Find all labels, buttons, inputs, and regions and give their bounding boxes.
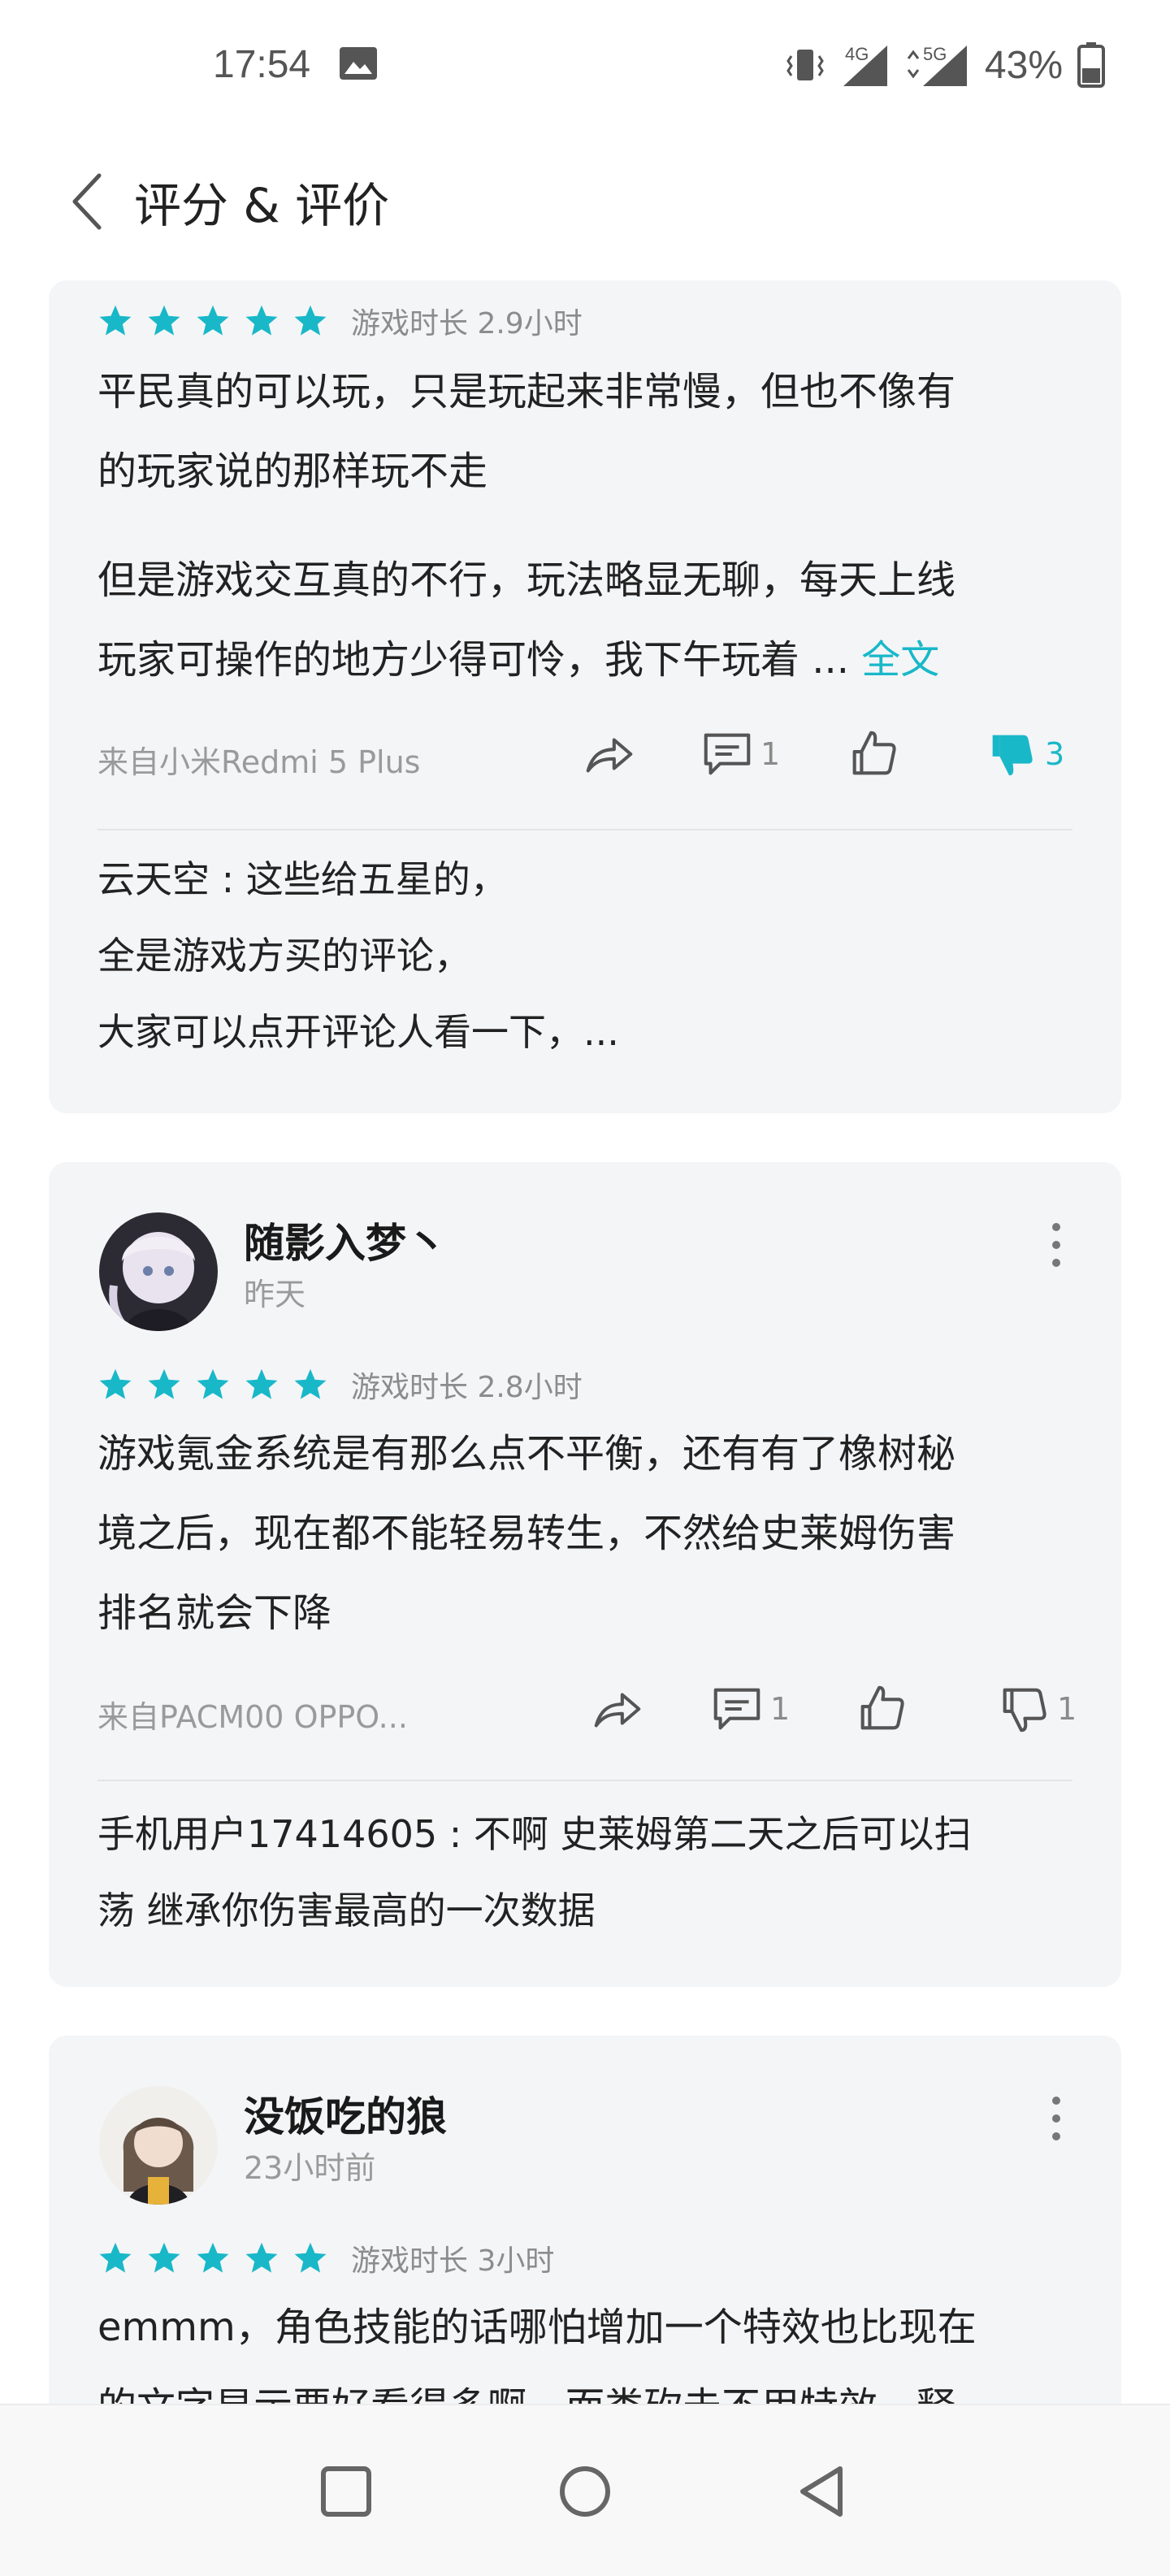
review-line: 玩家可操作的地方少得可怜，我下午玩着 ... [98, 637, 862, 683]
review-line: 排名就会下降 [98, 1590, 332, 1636]
username[interactable]: 随影入梦丶 [244, 1211, 447, 1269]
thumbs-up-icon [860, 1685, 904, 1730]
reply-line: 手机用户17414605 : 不啊 史莱姆第二天之后可以扫 [98, 1812, 972, 1856]
reply-line: 云天空 : 这些给五星的， [98, 857, 508, 901]
reply-line: 大家可以点开评论人看一下，... [98, 1010, 619, 1054]
dislike-count: 1 [1057, 1691, 1077, 1727]
page-title: 评分 & 评价 [134, 178, 390, 233]
star-icon [197, 1368, 229, 1399]
review-text: 平民真的可以玩，只是玩起来非常慢，但也不像有 的玩家说的那样玩不走 [98, 352, 1089, 511]
vibrate-icon [786, 50, 824, 80]
share-button[interactable] [589, 1680, 646, 1737]
star-icon [245, 1368, 278, 1399]
dislike-button[interactable]: 3 [983, 726, 1064, 783]
more-options-icon[interactable] [1048, 2094, 1064, 2143]
battery-percent: 43% [984, 43, 1063, 87]
playtime: 游戏时长 2.8小时 [351, 1371, 583, 1404]
review-text: 游戏氪金系统是有那么点不平衡，还有有了橡树秘 境之后，现在都不能轻易转生，不然给… [98, 1414, 1089, 1653]
device-source: 来自PACM00 OPPO... [98, 1699, 408, 1735]
status-time: 17:54 [213, 43, 311, 86]
comment-count: 1 [770, 1691, 791, 1727]
divider [98, 1780, 1072, 1781]
comment-button[interactable]: 1 [708, 1680, 790, 1737]
reply-preview[interactable]: 手机用户17414605 : 不啊 史莱姆第二天之后可以扫 荡 继承你伤害最高的… [98, 1796, 1105, 1949]
full-text-link[interactable]: 全文 [861, 637, 939, 683]
rating-stars: 游戏时长 3小时 [98, 2237, 554, 2279]
share-button[interactable] [581, 726, 638, 783]
avatar[interactable] [99, 1212, 218, 1331]
signal-5g-icon: 5G [907, 44, 967, 86]
review-line: 游戏氪金系统是有那么点不平衡，还有有了橡树秘 [98, 1431, 956, 1477]
divider [98, 829, 1072, 830]
playtime: 游戏时长 2.9小时 [351, 307, 583, 340]
review-line: 平民真的可以玩，只是玩起来非常慢，但也不像有 [98, 369, 956, 414]
recents-square-icon[interactable] [315, 2461, 377, 2522]
like-button[interactable] [845, 726, 902, 783]
rating-stars: 游戏时长 2.9小时 [98, 300, 583, 342]
review-line: 境之后，现在都不能轻易转生，不然给史莱姆伤害 [98, 1511, 956, 1556]
battery-icon [1077, 42, 1105, 88]
net2-label: 5G [923, 44, 947, 64]
status-bar: 17:54 4G 5G 43% [0, 0, 1170, 130]
star-icon [99, 305, 132, 336]
star-icon [197, 305, 229, 336]
comment-icon [704, 733, 751, 775]
avatar[interactable] [99, 2086, 218, 2205]
review-text: 但是游戏交互真的不行，玩法略显无聊，每天上线 玩家可操作的地方少得可怜，我下午玩… [98, 540, 1089, 700]
comment-button[interactable]: 1 [699, 726, 780, 783]
star-icon [197, 2242, 229, 2273]
star-icon [99, 1368, 132, 1399]
home-circle-icon[interactable] [554, 2461, 616, 2522]
comment-icon [713, 1688, 760, 1730]
review-card: 没饭吃的狼 23小时前 游戏时长 3小时 emmm，角色技能的话哪怕增加一个特效… [49, 2036, 1121, 2442]
image-notification-icon [340, 47, 377, 80]
back-arrow-icon[interactable] [65, 169, 114, 234]
review-line: 的玩家说的那样玩不走 [98, 449, 488, 494]
star-icon [245, 2242, 278, 2273]
star-icon [294, 305, 327, 336]
device-source: 来自小米Redmi 5 Plus [98, 744, 421, 780]
star-icon [148, 1368, 180, 1399]
star-icon [99, 2242, 132, 2273]
app-header: 评分 & 评价 [0, 146, 1170, 252]
share-icon [586, 738, 633, 773]
star-icon [294, 2242, 327, 2273]
back-triangle-icon[interactable] [791, 2461, 853, 2522]
review-line: 但是游戏交互真的不行，玩法略显无聊，每天上线 [98, 557, 956, 603]
rating-stars: 游戏时长 2.8小时 [98, 1364, 583, 1406]
avatar-image [99, 2086, 218, 2205]
comment-count: 1 [760, 736, 781, 772]
review-card: 随影入梦丶 昨天 游戏时长 2.8小时 游戏氪金系统是有那么点不平衡，还有有了橡… [49, 1162, 1121, 1987]
avatar-image [99, 1212, 218, 1331]
username[interactable]: 没饭吃的狼 [244, 2084, 447, 2143]
share-icon [594, 1693, 641, 1728]
star-icon [245, 305, 278, 336]
post-time: 昨天 [244, 1277, 306, 1312]
review-card: 游戏时长 2.9小时 平民真的可以玩，只是玩起来非常慢，但也不像有 的玩家说的那… [49, 280, 1121, 1113]
thumbs-down-icon [1003, 1688, 1046, 1733]
dislike-count: 3 [1045, 736, 1065, 772]
star-icon [148, 2242, 180, 2273]
thumbs-down-icon [992, 735, 1033, 776]
reply-line: 荡 继承你伤害最高的一次数据 [98, 1889, 596, 1932]
reply-preview[interactable]: 云天空 : 这些给五星的， 全是游戏方买的评论， 大家可以点开评论人看一下，..… [98, 841, 1105, 1070]
playtime: 游戏时长 3小时 [351, 2244, 555, 2278]
signal-4g-icon: 4G [843, 44, 887, 86]
review-line: emmm，角色技能的话哪怕增加一个特效也比现在 [98, 2305, 977, 2350]
star-icon [294, 1368, 327, 1399]
thumbs-up-icon [852, 731, 896, 775]
system-nav-bar [0, 2404, 1170, 2576]
like-button[interactable] [853, 1680, 910, 1737]
reply-line: 全是游戏方买的评论， [98, 934, 471, 978]
more-options-icon[interactable] [1048, 1221, 1064, 1269]
post-time: 23小时前 [244, 2150, 376, 2186]
star-icon [148, 305, 180, 336]
dislike-button[interactable]: 1 [995, 1680, 1077, 1737]
net1-label: 4G [845, 44, 869, 64]
